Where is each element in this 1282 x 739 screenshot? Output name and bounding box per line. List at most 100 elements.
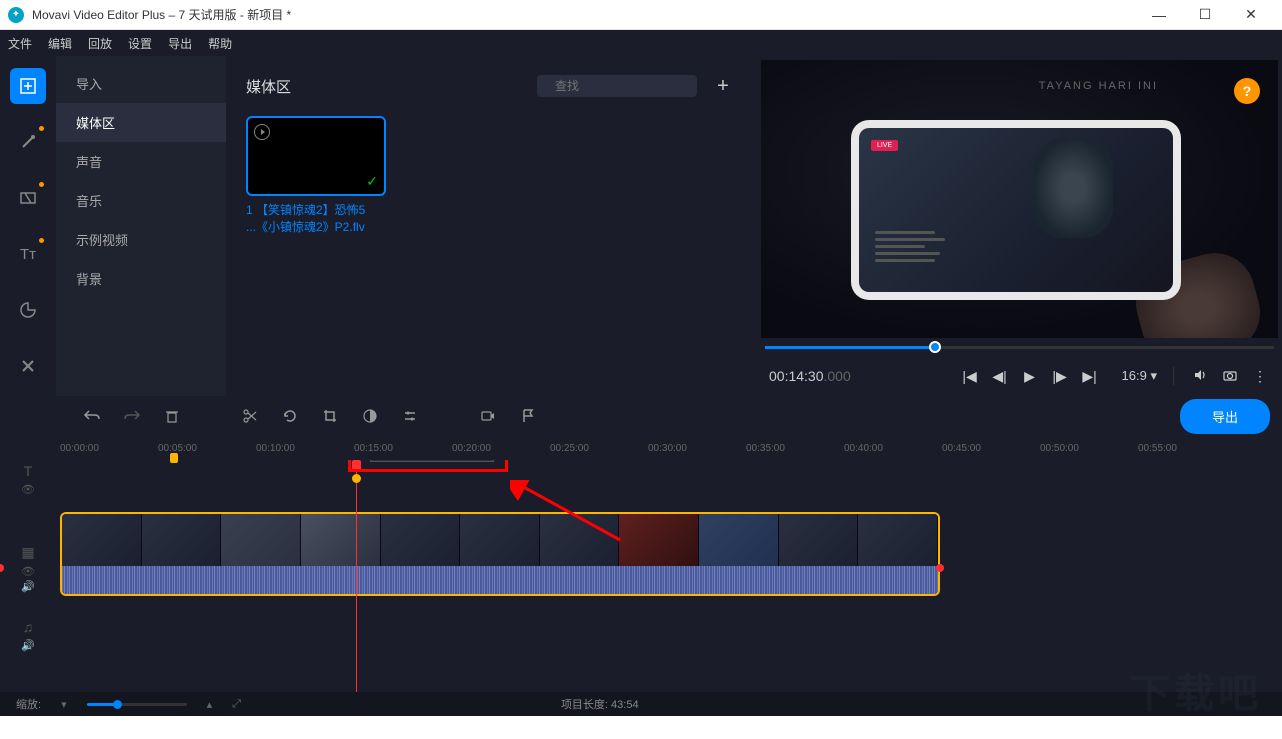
filters-tool-button[interactable] bbox=[10, 124, 46, 160]
more-options-button[interactable]: ⋮ bbox=[1250, 368, 1270, 385]
menu-edit[interactable]: 编辑 bbox=[48, 35, 72, 52]
ruler-tick: 00:15:00 bbox=[354, 443, 393, 454]
color-adjust-button[interactable] bbox=[354, 400, 386, 432]
sticker-icon bbox=[19, 301, 37, 319]
record-button[interactable] bbox=[472, 400, 504, 432]
zoom-label: 缩放: bbox=[16, 696, 41, 712]
help-button[interactable]: ? bbox=[1234, 78, 1260, 104]
record-icon bbox=[480, 408, 496, 424]
timeline-tracks[interactable]: ≡+ T 👁 ▦ 👁🔊 ♫ 🔊 下载吧 bbox=[0, 460, 1282, 692]
split-button[interactable] bbox=[234, 400, 266, 432]
sidebar-item-import[interactable]: 导入 bbox=[56, 64, 226, 103]
notification-dot bbox=[39, 238, 44, 243]
play-button[interactable]: ▶ bbox=[1020, 368, 1040, 385]
crop-icon bbox=[322, 408, 338, 424]
maximize-button[interactable]: ☐ bbox=[1182, 0, 1228, 30]
export-button[interactable]: 导出 bbox=[1180, 399, 1270, 434]
titlebar: ✦ Movavi Video Editor Plus – 7 天试用版 - 新项… bbox=[0, 0, 1282, 30]
trash-icon bbox=[164, 408, 180, 424]
redo-icon bbox=[123, 407, 141, 425]
menu-playback[interactable]: 回放 bbox=[88, 35, 112, 52]
clip-properties-button[interactable] bbox=[394, 400, 426, 432]
media-header: 媒体区 + bbox=[246, 72, 737, 100]
main-area: Tт 导入 媒体区 声音 音乐 示例视频 背景 媒体区 + bbox=[0, 56, 1282, 396]
mute-icon[interactable]: 🔊 bbox=[21, 580, 35, 593]
crop-button[interactable] bbox=[314, 400, 346, 432]
media-clip[interactable]: ✓ 1 【笑镇惊魂2】恐怖5 ...《小镇惊魂2》P2.flv bbox=[246, 116, 386, 236]
ruler-tick: 00:10:00 bbox=[256, 443, 295, 454]
search-box[interactable] bbox=[537, 75, 697, 97]
sidebar-item-media[interactable]: 媒体区 bbox=[56, 103, 226, 142]
video-track-icon: ▦ bbox=[21, 544, 34, 561]
check-icon: ✓ bbox=[366, 173, 378, 190]
menu-file[interactable]: 文件 bbox=[8, 35, 32, 52]
menu-export[interactable]: 导出 bbox=[168, 35, 192, 52]
aspect-ratio-selector[interactable]: 16:9 ▾ bbox=[1122, 368, 1157, 384]
import-tool-button[interactable] bbox=[10, 68, 46, 104]
stickers-tool-button[interactable] bbox=[10, 292, 46, 328]
video-frames bbox=[62, 514, 938, 566]
zoom-slider[interactable] bbox=[87, 703, 187, 706]
transition-icon bbox=[19, 189, 37, 207]
media-thumbnail[interactable]: ✓ bbox=[246, 116, 386, 196]
video-clip[interactable] bbox=[60, 512, 940, 596]
close-button[interactable]: ✕ bbox=[1228, 0, 1274, 30]
search-input[interactable] bbox=[555, 79, 710, 93]
menu-settings[interactable]: 设置 bbox=[128, 35, 152, 52]
preview-scrubber[interactable] bbox=[761, 338, 1278, 356]
step-back-button[interactable]: ◀| bbox=[990, 368, 1010, 385]
rotate-button[interactable] bbox=[274, 400, 306, 432]
scrubber-fill bbox=[765, 346, 935, 349]
menu-help[interactable]: 帮助 bbox=[208, 35, 232, 52]
ruler-tick: 00:30:00 bbox=[648, 443, 687, 454]
mute-icon[interactable]: 🔊 bbox=[21, 639, 35, 652]
redo-button[interactable] bbox=[116, 400, 148, 432]
ruler-tick: 00:00:00 bbox=[60, 443, 99, 454]
undo-icon bbox=[83, 407, 101, 425]
titles-tool-button[interactable]: Tт bbox=[10, 236, 46, 272]
fit-zoom-button[interactable]: ⤢ bbox=[232, 698, 241, 711]
add-media-button[interactable]: + bbox=[709, 72, 737, 100]
clip-end-handle[interactable] bbox=[936, 564, 944, 572]
preview-viewport[interactable]: TAYANG HARI INI LIVE ? bbox=[761, 60, 1278, 338]
timeline-area: 导出 00:00:00 00:05:00 00:10:00 00:15:00 0… bbox=[0, 396, 1282, 716]
next-clip-button[interactable]: ▶| bbox=[1080, 368, 1100, 385]
scrubber-handle[interactable] bbox=[929, 341, 941, 353]
marker-button[interactable] bbox=[512, 400, 544, 432]
notification-dot bbox=[39, 126, 44, 131]
wand-icon bbox=[19, 133, 37, 151]
menubar: 文件 编辑 回放 设置 导出 帮助 bbox=[0, 30, 1282, 56]
zoom-handle[interactable] bbox=[113, 700, 122, 709]
prev-clip-button[interactable]: |◀ bbox=[960, 368, 980, 385]
sidebar: 导入 媒体区 声音 音乐 示例视频 背景 bbox=[56, 56, 226, 396]
visibility-icon[interactable]: 👁 bbox=[21, 565, 35, 578]
minimize-button[interactable]: — bbox=[1136, 0, 1182, 30]
more-tools-button[interactable] bbox=[10, 348, 46, 384]
volume-button[interactable] bbox=[1190, 367, 1210, 386]
visibility-icon[interactable]: 👁 bbox=[21, 483, 35, 496]
app-logo-icon: ✦ bbox=[8, 7, 24, 23]
text-track-icon: T bbox=[24, 463, 33, 479]
sidebar-item-music[interactable]: 音乐 bbox=[56, 181, 226, 220]
zoom-out-button[interactable]: ▾ bbox=[61, 698, 67, 711]
media-panel: 媒体区 + ✓ 1 【笑镇惊魂2】恐怖5 ...《小镇惊魂2》P2.flv bbox=[226, 56, 757, 396]
sidebar-item-sample-video[interactable]: 示例视频 bbox=[56, 220, 226, 259]
snapshot-button[interactable] bbox=[1220, 367, 1240, 386]
media-grid: ✓ 1 【笑镇惊魂2】恐怖5 ...《小镇惊魂2》P2.flv bbox=[246, 116, 737, 236]
timeline-ruler[interactable]: 00:00:00 00:05:00 00:10:00 00:15:00 00:2… bbox=[0, 436, 1282, 460]
rotate-icon bbox=[282, 408, 298, 424]
delete-button[interactable] bbox=[156, 400, 188, 432]
preview-phone-graphic: LIVE bbox=[851, 120, 1181, 300]
undo-button[interactable] bbox=[76, 400, 108, 432]
transitions-tool-button[interactable] bbox=[10, 180, 46, 216]
sliders-icon bbox=[402, 408, 418, 424]
watermark: 下载吧 bbox=[1130, 661, 1262, 719]
step-forward-button[interactable]: |▶ bbox=[1050, 368, 1070, 385]
media-clip-label: 1 【笑镇惊魂2】恐怖5 ...《小镇惊魂2》P2.flv bbox=[246, 202, 386, 236]
sidebar-item-sound[interactable]: 声音 bbox=[56, 142, 226, 181]
title-text-input[interactable]: 下载吧 bbox=[370, 460, 494, 462]
sidebar-item-background[interactable]: 背景 bbox=[56, 259, 226, 298]
zoom-in-button[interactable]: ▴ bbox=[207, 698, 213, 711]
playhead[interactable] bbox=[356, 460, 357, 692]
preview-timecode: 00:14:30.000 bbox=[769, 368, 950, 384]
